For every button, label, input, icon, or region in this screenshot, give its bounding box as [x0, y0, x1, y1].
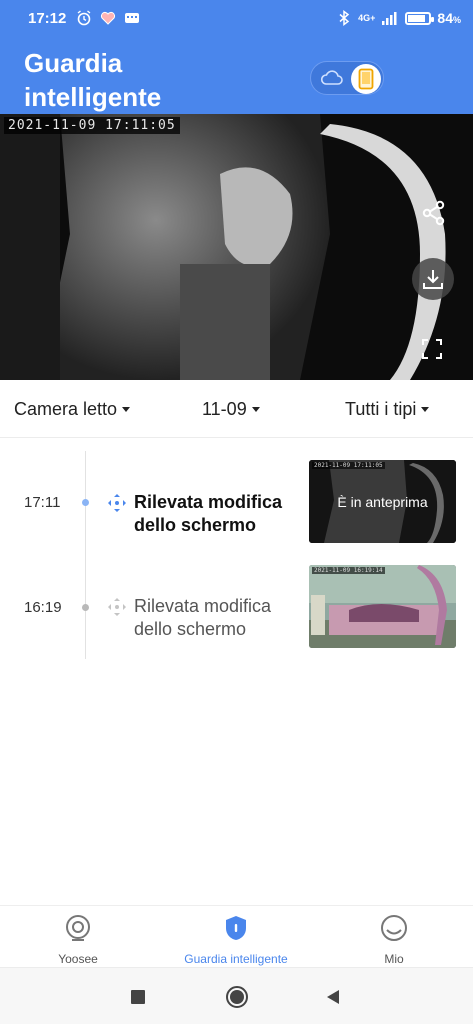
- share-button[interactable]: [413, 192, 455, 234]
- download-button[interactable]: [412, 258, 454, 300]
- fullscreen-button[interactable]: [411, 328, 453, 370]
- nav-item-yoosee[interactable]: Yoosee: [8, 914, 148, 966]
- page-title: Guardia intelligente: [24, 48, 162, 112]
- battery-icon: [405, 11, 435, 25]
- profile-icon: [381, 915, 407, 941]
- storage-toggle[interactable]: [310, 61, 384, 95]
- square-icon: [131, 990, 145, 1004]
- event-thumbnail[interactable]: 2021-11-09 16:19:14: [309, 565, 456, 648]
- caret-down-icon: [421, 407, 430, 412]
- network-label: 4G+: [358, 13, 376, 23]
- alarm-icon: [77, 10, 91, 26]
- type-filter[interactable]: Tutti i tipi: [345, 399, 430, 420]
- signal-icon: [382, 12, 397, 25]
- filter-bar: Camera letto 11-09 Tutti i tipi: [0, 380, 473, 438]
- heart-icon: [100, 11, 116, 25]
- timeline-dot: [82, 604, 89, 611]
- home-button[interactable]: [225, 985, 249, 1009]
- triangle-back-icon: [327, 990, 339, 1004]
- live-video-view[interactable]: 2021-11-09 17:11:05: [0, 114, 473, 380]
- thumbnail-image: [309, 565, 456, 648]
- app-header: 17:12 4G+ 84% Guardia intelligente: [0, 0, 473, 114]
- thumbnail-timestamp: 2021-11-09 17:11:05: [312, 462, 385, 469]
- recent-apps-button[interactable]: [126, 985, 150, 1009]
- event-item[interactable]: 16:19 Rilevata modifica dello schermo 20…: [0, 565, 473, 655]
- motion-icon: [108, 598, 126, 616]
- shield-icon: [226, 916, 246, 940]
- phone-icon: [358, 68, 374, 90]
- status-time: 17:12: [28, 10, 67, 27]
- bluetooth-icon: [339, 10, 350, 26]
- event-item[interactable]: 17:11 Rilevata modifica dello schermo 20…: [0, 458, 473, 548]
- event-label: Rilevata modifica dello schermo: [134, 596, 272, 639]
- bottom-navigation: Yoosee Guardia intelligente Mio: [0, 905, 473, 967]
- nav-item-mio[interactable]: Mio: [324, 914, 464, 966]
- back-button[interactable]: [321, 985, 345, 1009]
- motion-icon: [108, 494, 126, 512]
- caret-down-icon: [251, 407, 260, 412]
- event-label: Rilevata modifica dello schermo: [134, 492, 283, 535]
- video-timestamp: 2021-11-09 17:11:05: [4, 117, 180, 134]
- caret-down-icon: [122, 407, 131, 412]
- thumbnail-timestamp: 2021-11-09 16:19:14: [312, 567, 385, 574]
- preview-overlay-label: È in anteprima: [337, 494, 428, 510]
- share-icon: [422, 200, 445, 226]
- fullscreen-icon: [422, 339, 442, 359]
- night-vision-frame: [0, 114, 473, 380]
- date-filter-label: 11-09: [202, 399, 247, 419]
- event-time: 17:11: [24, 494, 61, 511]
- cloud-icon[interactable]: [320, 68, 344, 88]
- toggle-knob[interactable]: [351, 64, 381, 94]
- camera-filter[interactable]: Camera letto: [14, 399, 131, 420]
- battery-percent: 84%: [437, 10, 461, 26]
- download-icon: [423, 270, 443, 289]
- nav-label: Yoosee: [58, 952, 98, 966]
- event-thumbnail[interactable]: 2021-11-09 17:11:05 È in anteprima: [309, 460, 456, 543]
- nav-label: Mio: [384, 952, 404, 966]
- nav-item-guardia[interactable]: Guardia intelligente: [166, 914, 306, 966]
- nav-label: Guardia intelligente: [184, 952, 288, 966]
- event-time: 16:19: [24, 599, 62, 616]
- circle-icon: [226, 986, 248, 1008]
- timeline-dot: [82, 499, 89, 506]
- camera-filter-label: Camera letto: [14, 399, 118, 419]
- system-navigation: [0, 967, 473, 1024]
- status-bar: 17:12 4G+ 84%: [0, 0, 473, 38]
- type-filter-label: Tutti i tipi: [345, 399, 417, 419]
- date-filter[interactable]: 11-09: [202, 399, 260, 420]
- camera-icon: [66, 915, 90, 941]
- keyboard-icon: [125, 13, 139, 23]
